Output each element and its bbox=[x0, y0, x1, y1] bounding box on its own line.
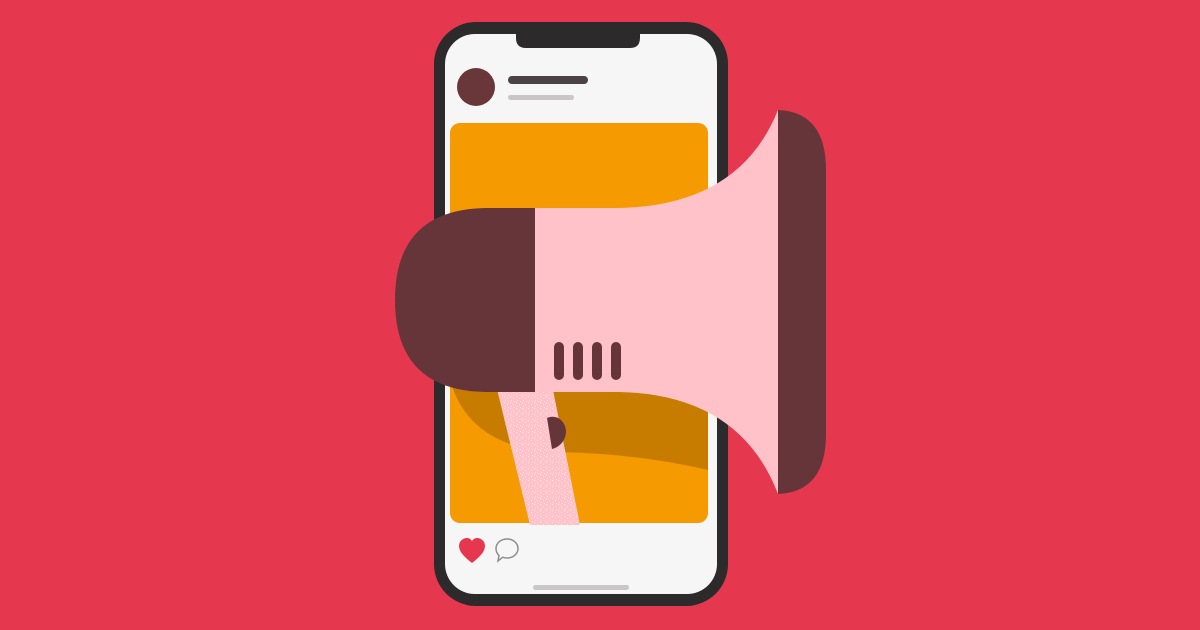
grille-slot bbox=[573, 342, 583, 380]
grille-slot bbox=[592, 342, 602, 380]
grille-slot bbox=[554, 342, 564, 380]
username-placeholder[interactable] bbox=[508, 76, 588, 84]
illustration bbox=[0, 0, 1200, 630]
home-indicator bbox=[533, 585, 629, 590]
phone-notch bbox=[516, 30, 640, 48]
subtitle-placeholder bbox=[508, 95, 574, 100]
avatar-icon[interactable] bbox=[457, 68, 495, 106]
grille-slot bbox=[611, 342, 621, 380]
social-media-megaphone-illustration bbox=[0, 0, 1200, 630]
